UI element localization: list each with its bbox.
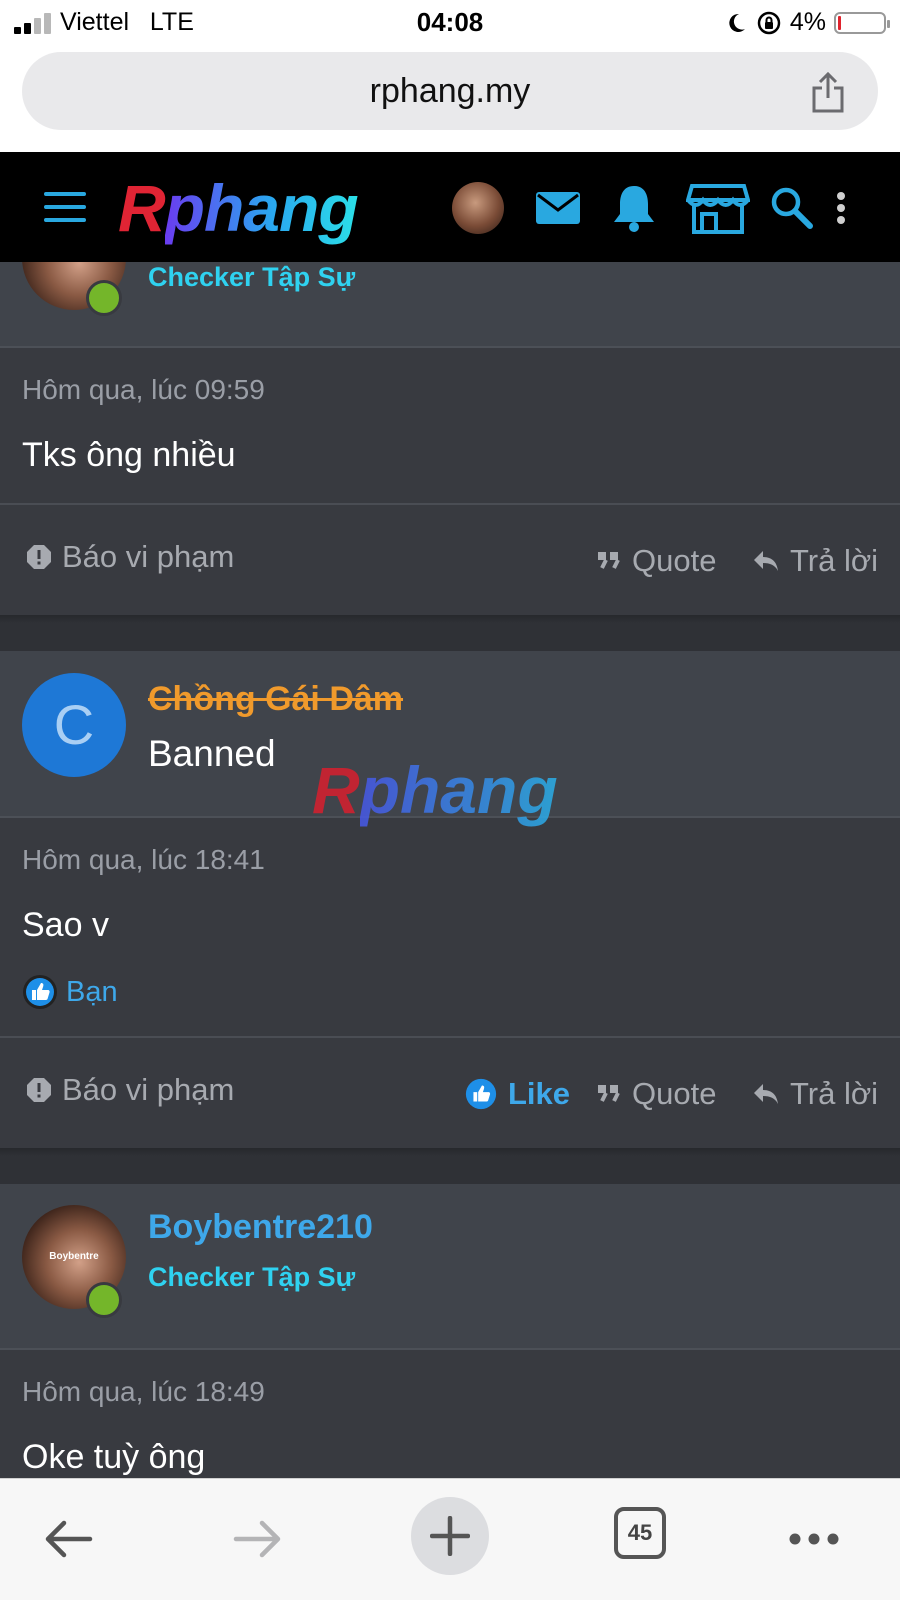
post-header [0, 1184, 900, 1350]
status-right: 4% [724, 8, 890, 37]
site-navbar: Rphang [0, 152, 900, 262]
online-status-icon [86, 280, 122, 316]
like-button[interactable]: Like [464, 1076, 570, 1112]
battery-percent: 4% [789, 8, 826, 36]
share-icon[interactable] [808, 70, 848, 114]
post-gap-shadow [0, 615, 900, 623]
forward-button[interactable] [218, 1499, 298, 1579]
browser-chrome: rphang.my [0, 46, 900, 152]
status-bar: Viettel LTE 04:08 4% [0, 0, 900, 46]
user-title: Checker Tập Sự [148, 262, 356, 292]
reply-button[interactable]: Trả lời [752, 1076, 878, 1112]
alert-icon [27, 545, 51, 569]
quote-icon [598, 1085, 620, 1102]
report-button[interactable]: Báo vi phạm [26, 539, 234, 575]
post-gap [0, 1156, 900, 1184]
mail-icon[interactable] [530, 180, 586, 236]
quote-button[interactable]: Quote [596, 543, 716, 579]
more-vertical-icon[interactable] [826, 180, 856, 236]
report-button[interactable]: Báo vi phạm [26, 1072, 234, 1108]
site-watermark: Rphang [312, 753, 558, 827]
more-horizontal-icon [789, 1533, 839, 1545]
post-message: Sao v [22, 906, 109, 944]
store-icon[interactable] [686, 180, 750, 236]
battery-icon [834, 11, 890, 34]
back-button[interactable] [28, 1499, 108, 1579]
bell-icon[interactable] [606, 180, 662, 236]
post-body [0, 348, 900, 504]
search-icon[interactable] [764, 180, 820, 236]
site-logo[interactable]: Rphang [118, 170, 359, 246]
user-avatar[interactable] [452, 182, 504, 234]
post-timestamp[interactable]: Hôm qua, lúc 18:41 [22, 844, 265, 876]
rotation-lock-icon [757, 11, 781, 34]
post-timestamp[interactable]: Hôm qua, lúc 09:59 [22, 374, 265, 406]
alert-icon [27, 1078, 51, 1102]
reaction-summary[interactable]: Bạn [22, 974, 118, 1010]
new-tab-button[interactable] [411, 1497, 489, 1575]
post-message: Tks ông nhiều [22, 436, 236, 474]
more-button[interactable] [774, 1499, 854, 1579]
post-gap-shadow [0, 1148, 900, 1156]
username[interactable]: Chồng Gái Dâm [148, 680, 403, 719]
back-arrow-icon [45, 1520, 93, 1558]
quote-button[interactable]: Quote [596, 1076, 716, 1112]
address-bar[interactable]: rphang.my [22, 52, 878, 130]
user-title: Checker Tập Sự [148, 1262, 356, 1292]
avatar-watermark: Boybentre [49, 1251, 99, 1262]
user-title: Banned [148, 733, 276, 774]
reply-icon [754, 1084, 778, 1104]
post-message: Oke tuỳ ông [22, 1438, 206, 1476]
quote-icon [598, 552, 620, 569]
post-timestamp[interactable]: Hôm qua, lúc 18:49 [22, 1376, 265, 1408]
browser-toolbar: 45 [0, 1478, 900, 1600]
reply-icon [754, 551, 778, 571]
plus-icon [430, 1516, 470, 1556]
online-status-icon [86, 1282, 122, 1318]
tabs-icon[interactable]: 45 [614, 1507, 666, 1559]
thumbs-up-icon [23, 975, 57, 1009]
username[interactable]: Boybentre210 [148, 1208, 373, 1247]
reply-button[interactable]: Trả lời [752, 543, 878, 579]
forward-arrow-icon [233, 1520, 281, 1558]
post-gap [0, 623, 900, 651]
thumbs-up-icon [465, 1078, 497, 1110]
avatar[interactable]: C [22, 673, 126, 777]
menu-icon[interactable] [44, 192, 86, 222]
moon-icon [729, 13, 745, 32]
post-header [0, 262, 900, 348]
url-text[interactable]: rphang.my [22, 72, 878, 111]
